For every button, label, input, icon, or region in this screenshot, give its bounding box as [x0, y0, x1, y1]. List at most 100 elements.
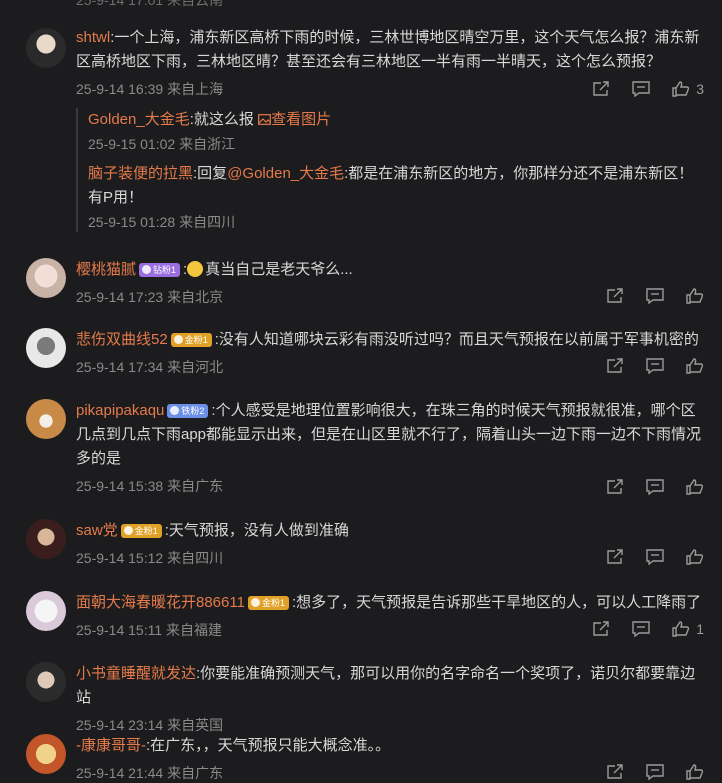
comment-button[interactable]	[646, 479, 664, 495]
like-count: 1	[696, 621, 704, 637]
comment-button[interactable]	[632, 81, 650, 97]
comment-button[interactable]	[646, 358, 664, 374]
share-icon	[607, 358, 623, 373]
share-icon	[593, 81, 609, 96]
share-button[interactable]	[606, 479, 624, 495]
like-button[interactable]: 3	[672, 81, 704, 97]
avatar[interactable]	[26, 328, 66, 368]
like-button[interactable]	[686, 288, 704, 304]
view-image-label: 查看图片	[271, 111, 332, 128]
username[interactable]: 樱桃猫腻	[76, 261, 136, 278]
comment-actions	[584, 355, 704, 377]
image-icon	[258, 114, 271, 125]
comment-icon	[646, 764, 664, 780]
fan-badge: 钻粉1	[139, 263, 181, 278]
fan-badge: 金粉1	[247, 596, 289, 611]
like-button[interactable]	[686, 764, 704, 780]
username[interactable]: saw党	[76, 522, 118, 539]
share-icon	[607, 764, 623, 779]
comment-text: pikapipakaqu 铁粉2:个人感受是地理位置影响很大，在珠三角的时候天气预…	[76, 399, 704, 471]
share-icon	[607, 288, 623, 303]
fan-badge: 金粉1	[120, 524, 162, 539]
comment-content: :天气预报，没有人做到准确	[164, 522, 349, 539]
reply-item: 脑子装便的拉黑:回复@Golden_大金毛:都是在浦东新区的地方，你那样分还不是…	[88, 162, 704, 232]
comment-content: :想多了，天气预报是告诉那些干旱地区的人，可以人工降雨了	[291, 594, 702, 611]
comment-actions	[584, 761, 704, 783]
username[interactable]: -康康哥哥-	[76, 737, 146, 754]
comment-icon	[646, 479, 664, 495]
username[interactable]: 面朝大海春暖花开886611	[76, 594, 245, 611]
like-icon	[686, 479, 704, 495]
comment-button[interactable]	[646, 288, 664, 304]
reply-content: :就这么报	[189, 111, 254, 128]
like-icon	[686, 358, 704, 374]
avatar[interactable]	[26, 28, 66, 68]
comment-text: -康康哥哥-:在广东，，天气预报只能大概念准。。	[76, 734, 704, 758]
reply-thread: Golden_大金毛:就这么报 查看图片 25-9-15 01:02 来自浙江 …	[76, 108, 704, 232]
comment-text: 小书童睡醒就发达:你要能准确预测天气，那可以用你的名字命名一个奖项了，诺贝尔都要…	[76, 662, 704, 710]
comment-meta: 25-9-14 23:14 来自英国	[76, 717, 224, 733]
like-icon	[686, 764, 704, 780]
username[interactable]: 脑子装便的拉黑	[88, 165, 193, 182]
comment-text: saw党 金粉1:天气预报，没有人做到准确	[76, 519, 704, 543]
username[interactable]: pikapipakaqu	[76, 402, 164, 419]
like-icon	[686, 549, 704, 565]
comment-icon	[646, 358, 664, 374]
like-button[interactable]: 1	[672, 621, 704, 637]
reply-meta: 25-9-15 01:28 来自四川	[88, 214, 236, 230]
reply-item: Golden_大金毛:就这么报 查看图片 25-9-15 01:02 来自浙江	[88, 108, 704, 154]
share-button[interactable]	[592, 81, 610, 97]
like-count: 3	[696, 81, 704, 97]
comment-actions: 3	[570, 78, 704, 100]
share-icon	[607, 549, 623, 564]
like-icon	[672, 621, 690, 637]
comment-actions: 1	[570, 618, 704, 640]
comment-actions	[584, 546, 704, 568]
comment-icon	[646, 288, 664, 304]
like-icon	[686, 288, 704, 304]
avatar[interactable]	[26, 519, 66, 559]
comment-text: 面朝大海春暖花开886611 金粉1:想多了，天气预报是告诉那些干旱地区的人，可以…	[76, 591, 704, 615]
like-icon	[672, 81, 690, 97]
smirk-emoji-icon	[187, 261, 204, 277]
comment-actions	[584, 476, 704, 498]
share-button[interactable]	[606, 549, 624, 565]
comment-button[interactable]	[632, 621, 650, 637]
reply-meta: 25-9-15 01:02 来自浙江	[88, 136, 236, 152]
avatar[interactable]	[26, 399, 66, 439]
avatar[interactable]	[26, 258, 66, 298]
comment-content: :在广东，，天气预报只能大概念准。。	[146, 737, 391, 754]
view-image-link[interactable]: 查看图片	[258, 111, 331, 128]
username[interactable]: 小书童睡醒就发达	[76, 665, 196, 682]
username[interactable]: Golden_大金毛	[88, 111, 190, 128]
fan-badge: 铁粉2	[167, 404, 209, 419]
comment-actions	[584, 285, 704, 307]
share-icon	[593, 621, 609, 636]
mention-link[interactable]: @Golden_大金毛	[227, 165, 344, 182]
like-button[interactable]	[686, 549, 704, 565]
reply-prefix: :回复	[193, 165, 228, 182]
like-button[interactable]	[686, 358, 704, 374]
like-button[interactable]	[686, 479, 704, 495]
comment-icon	[632, 621, 650, 637]
share-button[interactable]	[592, 621, 610, 637]
username[interactable]: 悲伤双曲线52	[76, 331, 168, 348]
comment-icon	[646, 549, 664, 565]
comment-content: :一个上海，浦东新区高桥下雨的时候，三林世博地区晴空万里，这个天气怎么报？浦东新…	[76, 29, 700, 70]
share-icon	[607, 479, 623, 494]
fan-badge: 金粉1	[170, 333, 212, 348]
avatar[interactable]	[26, 662, 66, 702]
comment-button[interactable]	[646, 549, 664, 565]
avatar[interactable]	[26, 591, 66, 631]
comment-text: shtwl:一个上海，浦东新区高桥下雨的时候，三林世博地区晴空万里，这个天气怎么…	[76, 26, 704, 74]
comment-button[interactable]	[646, 764, 664, 780]
username[interactable]: shtwl	[76, 29, 110, 46]
comment-content: :没有人知道哪块云彩有雨没听过吗？而且天气预报在以前属于军事机密的	[214, 331, 699, 348]
comment-content: 真当自己是老天爷么...	[205, 261, 353, 278]
comment-icon	[632, 81, 650, 97]
share-button[interactable]	[606, 358, 624, 374]
share-button[interactable]	[606, 764, 624, 780]
avatar[interactable]	[26, 734, 66, 774]
truncated-meta: 25-9-14 17:01 来自云南	[76, 0, 224, 8]
share-button[interactable]	[606, 288, 624, 304]
